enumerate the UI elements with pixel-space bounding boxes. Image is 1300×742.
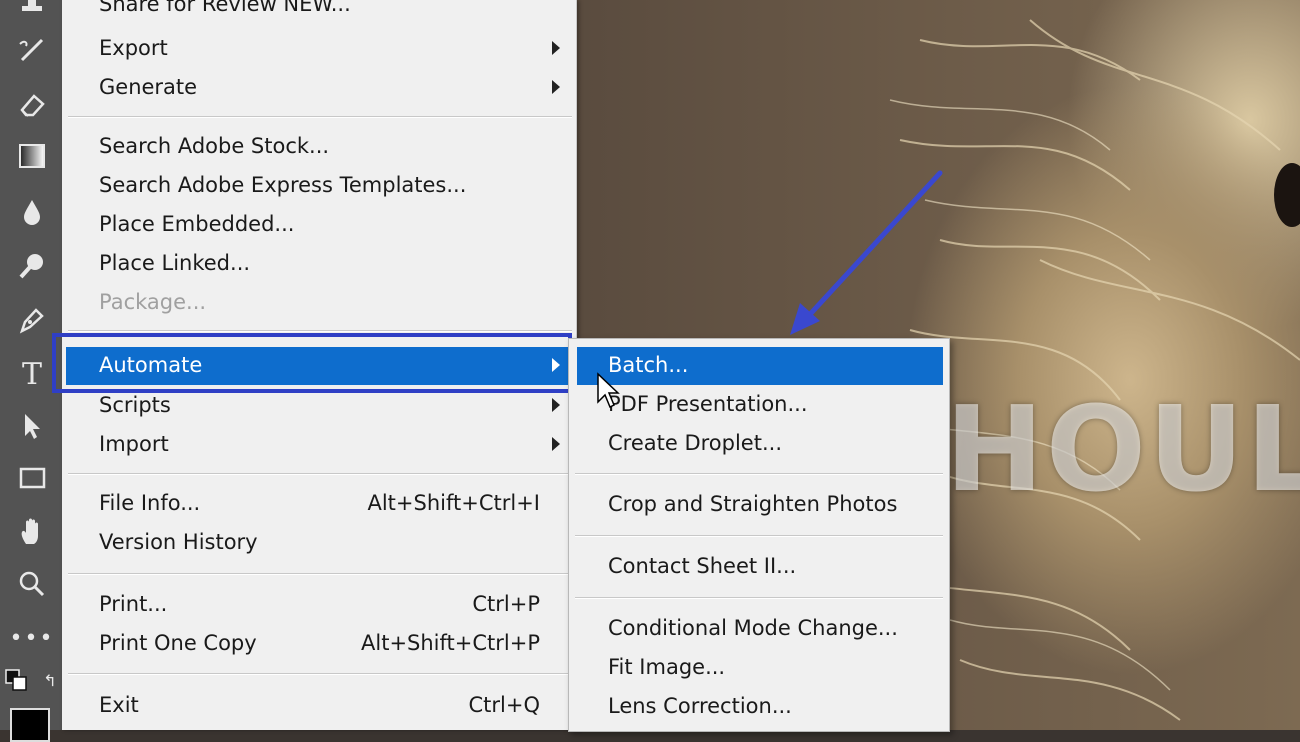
menu-item-label: Create Droplet...: [608, 431, 782, 455]
menu-item-label: Scripts: [99, 393, 171, 417]
menu-item-export[interactable]: Export: [62, 30, 576, 68]
submenu-arrow-icon: [552, 398, 560, 412]
menu-item-label: Place Linked...: [99, 251, 251, 275]
menu-item-label: File Info...: [99, 491, 201, 515]
path-selection-icon[interactable]: [14, 408, 50, 444]
menu-item-label: Import: [99, 432, 169, 456]
menu-item-import[interactable]: Import: [62, 426, 576, 464]
menu-item-label: Share for Review NEW...: [99, 0, 351, 16]
menu-item-shortcut: Alt+Shift+Ctrl+P: [361, 631, 540, 655]
menu-item-place-linked[interactable]: Place Linked...: [62, 245, 576, 283]
image-watermark-text: HOUL: [945, 380, 1300, 518]
menu-separator: [68, 116, 572, 118]
submenu-arrow-icon: [552, 41, 560, 55]
menu-separator: [68, 573, 572, 575]
hand-icon[interactable]: [14, 514, 50, 550]
menu-item-print-one-copy[interactable]: Print One Copy Alt+Shift+Ctrl+P: [62, 625, 576, 663]
submenu-item-fit-image[interactable]: Fit Image...: [569, 649, 947, 687]
menu-item-version-history[interactable]: Version History: [62, 524, 576, 562]
menu-item-exit[interactable]: Exit Ctrl+Q: [62, 687, 576, 725]
menu-item-shortcut: Alt+Shift+Ctrl+I: [367, 491, 540, 515]
submenu-arrow-icon: [552, 437, 560, 451]
menu-item-label: Automate: [99, 353, 203, 377]
menu-separator: [68, 473, 572, 475]
stamp-icon[interactable]: [14, 0, 50, 22]
submenu-item-create-droplet[interactable]: Create Droplet...: [569, 425, 947, 463]
menu-item-shortcut: Ctrl+Q: [468, 693, 541, 717]
menu-item-label: Batch...: [608, 353, 689, 377]
menu-item-automate[interactable]: Automate: [66, 347, 572, 385]
menu-item-label: Search Adobe Stock...: [99, 134, 330, 158]
menu-item-label: Print...: [99, 592, 168, 616]
menu-item-label: Conditional Mode Change...: [608, 616, 898, 640]
menu-item-scripts[interactable]: Scripts: [62, 387, 576, 425]
menu-item-label: Crop and Straighten Photos: [608, 492, 898, 516]
file-menu: Share for Review NEW... Export Generate …: [62, 0, 577, 730]
submenu-item-crop-straighten[interactable]: Crop and Straighten Photos: [569, 486, 947, 524]
menu-item-label: Version History: [99, 530, 258, 554]
pen-icon[interactable]: [14, 302, 50, 338]
submenu-arrow-icon: [552, 358, 560, 372]
menu-item-search-adobe-stock[interactable]: Search Adobe Stock...: [62, 128, 576, 166]
menu-item-print[interactable]: Print... Ctrl+P: [62, 586, 576, 624]
submenu-item-batch[interactable]: Batch...: [577, 347, 943, 385]
submenu-item-pdf-presentation[interactable]: PDF Presentation...: [569, 386, 947, 424]
menu-item-label: Exit: [99, 693, 139, 717]
menu-item-search-express-templates[interactable]: Search Adobe Express Templates...: [62, 167, 576, 205]
menu-item-label: Search Adobe Express Templates...: [99, 173, 467, 197]
swap-colors-icon[interactable]: ↰: [40, 670, 60, 690]
default-colors-icon[interactable]: [4, 668, 30, 694]
menu-item-package: Package...: [62, 284, 576, 322]
more-tools-icon[interactable]: •••: [10, 620, 53, 656]
menu-item-label: Lens Correction...: [608, 694, 792, 718]
menu-item-label: Export: [99, 36, 168, 60]
type-icon[interactable]: T: [14, 356, 50, 392]
history-brush-icon[interactable]: [14, 32, 50, 68]
menu-item-label: PDF Presentation...: [608, 392, 808, 416]
gradient-icon[interactable]: [14, 138, 50, 174]
eraser-icon[interactable]: [14, 86, 50, 122]
menu-item-label: Package...: [99, 290, 207, 314]
menu-separator: [68, 673, 572, 675]
menu-item-label: Place Embedded...: [99, 212, 295, 236]
submenu-item-lens-correction[interactable]: Lens Correction...: [569, 688, 947, 726]
submenu-arrow-icon: [552, 80, 560, 94]
menu-item-label: Print One Copy: [99, 631, 257, 655]
dodge-icon[interactable]: [14, 248, 50, 284]
menu-separator: [575, 473, 943, 475]
foreground-color-swatch[interactable]: [10, 708, 50, 742]
menu-separator: [68, 330, 572, 332]
menu-item-label: Generate: [99, 75, 198, 99]
automate-submenu: Batch... PDF Presentation... Create Drop…: [568, 338, 950, 732]
zoom-icon[interactable]: [14, 566, 50, 602]
menu-item-place-embedded[interactable]: Place Embedded...: [62, 206, 576, 244]
menu-item-file-info[interactable]: File Info... Alt+Shift+Ctrl+I: [62, 485, 576, 523]
blur-icon[interactable]: [14, 194, 50, 230]
tools-panel: T ••• ↰: [0, 0, 63, 742]
submenu-item-contact-sheet[interactable]: Contact Sheet II...: [569, 548, 947, 586]
menu-item-generate[interactable]: Generate: [62, 69, 576, 107]
menu-item-share-for-review[interactable]: Share for Review NEW...: [62, 0, 576, 24]
menu-separator: [575, 597, 943, 599]
submenu-item-conditional-mode-change[interactable]: Conditional Mode Change...: [569, 610, 947, 648]
menu-item-label: Fit Image...: [608, 655, 726, 679]
menu-item-shortcut: Ctrl+P: [472, 592, 540, 616]
menu-separator: [575, 535, 943, 537]
rectangle-icon[interactable]: [14, 460, 50, 496]
menu-item-label: Contact Sheet II...: [608, 554, 797, 578]
